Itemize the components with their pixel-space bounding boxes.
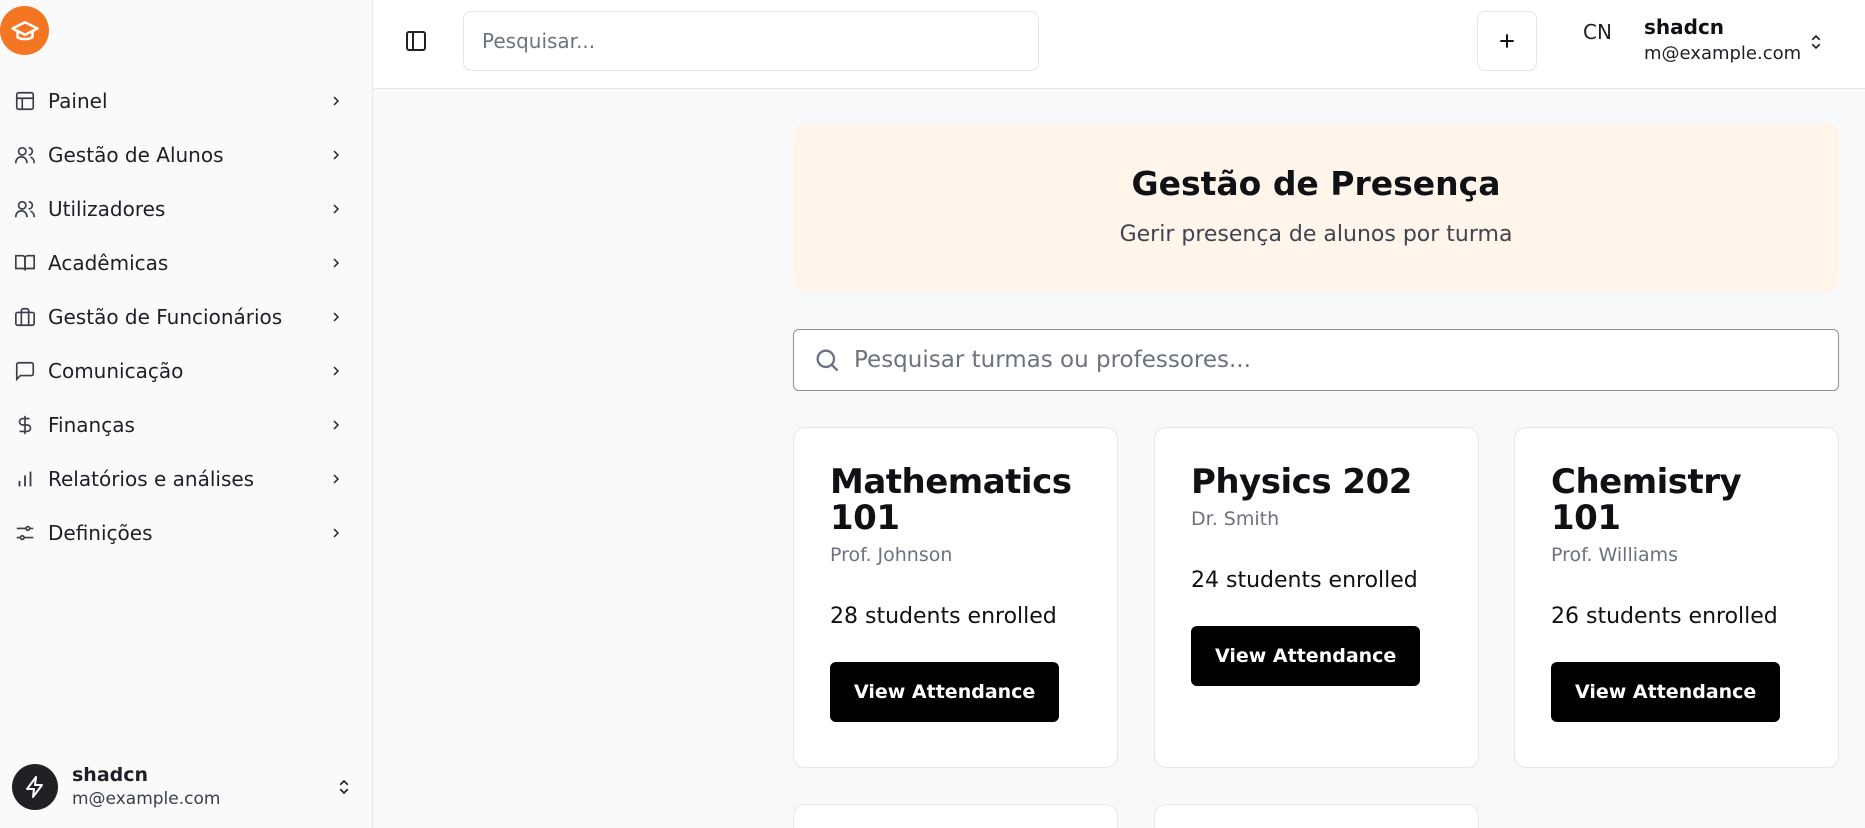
class-title: Physics 202 bbox=[1191, 462, 1412, 502]
sidebar-item-label: Acadêmicas bbox=[48, 251, 169, 275]
sidebar-item-label: Painel bbox=[48, 89, 108, 113]
class-search-input[interactable] bbox=[854, 347, 1838, 373]
sidebar-item-relatorios[interactable]: Relatórios e análises bbox=[0, 452, 372, 506]
sidebar-item-label: Comunicação bbox=[48, 359, 184, 383]
class-card-partial bbox=[793, 804, 1118, 828]
message-icon bbox=[12, 358, 38, 384]
view-attendance-button[interactable]: View Attendance bbox=[1191, 626, 1421, 686]
class-teacher: Prof. Williams bbox=[1551, 544, 1679, 566]
chevron-right-icon bbox=[326, 91, 346, 111]
chevron-right-icon bbox=[326, 361, 346, 381]
top-user-name: shadcn bbox=[1644, 15, 1725, 39]
sidebar-item-label: Finanças bbox=[48, 413, 135, 437]
sidebar-item-label: Gestão de Alunos bbox=[48, 143, 224, 167]
sidebar: Painel Gestão de Alunos Utilizadores Aca… bbox=[0, 0, 373, 828]
sidebar-item-label: Gestão de Funcionários bbox=[48, 305, 283, 329]
chevron-right-icon bbox=[326, 253, 346, 273]
sidebar-item-label: Definições bbox=[48, 521, 153, 545]
sidebar-item-academicas[interactable]: Acadêmicas bbox=[0, 236, 372, 290]
class-teacher: Prof. Johnson bbox=[830, 544, 953, 566]
sidebar-user-menu[interactable]: shadcn m@example.com bbox=[12, 762, 360, 812]
users-icon bbox=[12, 196, 38, 222]
sidebar-toggle-icon[interactable] bbox=[403, 28, 429, 54]
sidebar-item-gestao-funcionarios[interactable]: Gestão de Funcionários bbox=[0, 290, 372, 344]
bar-chart-icon bbox=[12, 466, 38, 492]
top-search-input[interactable] bbox=[463, 11, 1039, 71]
search-icon bbox=[812, 345, 842, 375]
layout-icon bbox=[12, 88, 38, 114]
graduation-cap-logo-icon[interactable] bbox=[0, 6, 49, 55]
page-subtitle: Gerir presença de alunos por turma bbox=[1119, 222, 1513, 247]
briefcase-icon bbox=[12, 304, 38, 330]
dollar-icon bbox=[12, 412, 38, 438]
lightning-avatar-icon bbox=[12, 764, 58, 810]
chevron-right-icon bbox=[326, 415, 346, 435]
class-card: Physics 202 Dr. Smith 24 students enroll… bbox=[1154, 427, 1479, 768]
class-enrolled: 24 students enrolled bbox=[1191, 568, 1418, 593]
sidebar-user-name: shadcn bbox=[72, 764, 149, 786]
sidebar-item-utilizadores[interactable]: Utilizadores bbox=[0, 182, 372, 236]
sliders-icon bbox=[12, 520, 38, 546]
class-enrolled: 28 students enrolled bbox=[830, 604, 1057, 629]
view-attendance-button[interactable]: View Attendance bbox=[830, 662, 1060, 722]
sidebar-item-definicoes[interactable]: Definições bbox=[0, 506, 372, 560]
book-icon bbox=[12, 250, 38, 276]
users-icon bbox=[12, 142, 38, 168]
sidebar-item-label: Relatórios e análises bbox=[48, 467, 255, 491]
sidebar-nav: Painel Gestão de Alunos Utilizadores Aca… bbox=[0, 74, 372, 560]
class-card: Chemistry 101 Prof. Williams 26 students… bbox=[1514, 427, 1839, 768]
page-title: Gestão de Presença bbox=[1131, 164, 1501, 203]
sidebar-user-email: m@example.com bbox=[72, 789, 221, 809]
chevron-right-icon bbox=[326, 199, 346, 219]
chevrons-up-down-icon bbox=[332, 773, 356, 801]
class-enrolled: 26 students enrolled bbox=[1551, 604, 1778, 629]
class-card: Mathematics 101 Prof. Johnson 28 student… bbox=[793, 427, 1118, 768]
class-title: Mathematics 101 bbox=[830, 462, 1072, 538]
chevron-right-icon bbox=[326, 523, 346, 543]
sidebar-item-label: Utilizadores bbox=[48, 197, 166, 221]
class-teacher: Dr. Smith bbox=[1191, 508, 1280, 530]
class-search bbox=[793, 329, 1839, 391]
sidebar-item-financas[interactable]: Finanças bbox=[0, 398, 372, 452]
add-button[interactable] bbox=[1477, 11, 1537, 71]
topbar: CN shadcn m@example.com bbox=[373, 0, 1865, 89]
class-title: Chemistry 101 bbox=[1551, 462, 1742, 538]
sidebar-item-comunicacao[interactable]: Comunicação bbox=[0, 344, 372, 398]
avatar[interactable]: CN bbox=[1583, 20, 1612, 44]
view-attendance-button[interactable]: View Attendance bbox=[1551, 662, 1781, 722]
sidebar-item-gestao-alunos[interactable]: Gestão de Alunos bbox=[0, 128, 372, 182]
chevrons-up-down-icon[interactable] bbox=[1804, 28, 1828, 56]
chevron-right-icon bbox=[326, 469, 346, 489]
chevron-right-icon bbox=[326, 307, 346, 327]
sidebar-item-painel[interactable]: Painel bbox=[0, 74, 372, 128]
top-user-info[interactable]: shadcn m@example.com bbox=[1644, 14, 1801, 67]
chevron-right-icon bbox=[326, 145, 346, 165]
class-card-partial bbox=[1154, 804, 1479, 828]
top-user-email: m@example.com bbox=[1644, 43, 1802, 64]
attendance-hero: Gestão de Presença Gerir presença de alu… bbox=[793, 124, 1839, 291]
